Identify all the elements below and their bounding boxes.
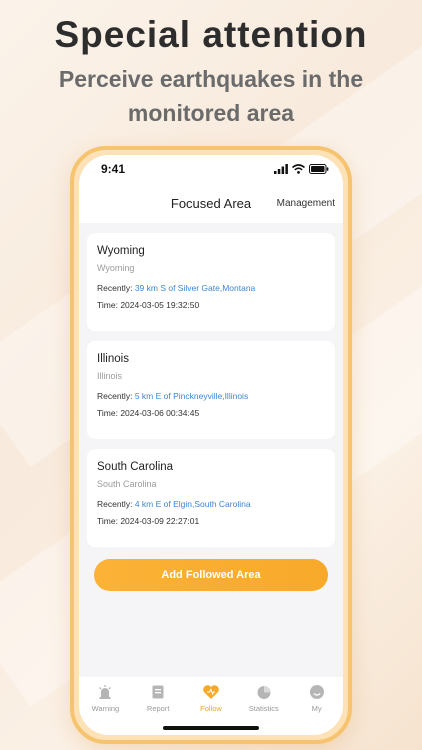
add-followed-area-button[interactable]: Add Followed Area [94, 559, 328, 591]
tab-my[interactable]: My [293, 683, 341, 735]
heart-icon [202, 683, 220, 701]
recent-quake-link[interactable]: 39 km S of Silver Gate,Montana [135, 283, 255, 293]
recent-quake-link[interactable]: 4 km E of Elgin,South Carolina [135, 499, 251, 509]
area-card-wyoming[interactable]: Wyoming Wyoming Recently: 39 km S of Sil… [87, 233, 335, 331]
recent-label: Recently: [97, 499, 133, 509]
area-card-illinois[interactable]: Illinois Illinois Recently: 5 km E of Pi… [87, 341, 335, 439]
nav-bar: Focused Area Management [79, 183, 343, 223]
time-value: 2024-03-09 22:27:01 [120, 516, 200, 526]
area-region: Wyoming [97, 263, 135, 273]
area-card-south-carolina[interactable]: South Carolina South Carolina Recently: … [87, 449, 335, 547]
management-button[interactable]: Management [277, 198, 335, 209]
tab-warning[interactable]: Warning [81, 683, 129, 735]
tab-label: Follow [200, 704, 222, 713]
pie-chart-icon [255, 683, 273, 701]
status-time: 9:41 [101, 162, 126, 176]
recent-quake-link[interactable]: 5 km E of Pinckneyville,Illinois [135, 391, 248, 401]
status-bar: 9:41 [79, 155, 343, 183]
recent-row: Recently: 39 km S of Silver Gate,Montana [97, 283, 325, 293]
battery-icon [309, 164, 329, 174]
time-label: Time: [97, 516, 118, 526]
time-row: Time: 2024-03-06 00:34:45 [97, 408, 325, 418]
alarm-icon [96, 683, 114, 701]
promo-headline: Special attention [54, 14, 368, 55]
area-region: South Carolina [97, 479, 157, 489]
time-label: Time: [97, 300, 118, 310]
time-value: 2024-03-05 19:32:50 [120, 300, 200, 310]
time-value: 2024-03-06 00:34:45 [120, 408, 200, 418]
status-icons [274, 164, 329, 174]
time-row: Time: 2024-03-05 19:32:50 [97, 300, 325, 310]
area-name: Illinois [97, 353, 129, 365]
recent-label: Recently: [97, 391, 133, 401]
recent-row: Recently: 4 km E of Elgin,South Carolina [97, 499, 325, 509]
tab-label: My [311, 704, 322, 713]
tab-bar: Warning Report Follow Statistics My [79, 677, 343, 735]
profile-icon [308, 683, 326, 701]
area-region: Illinois [97, 371, 123, 381]
phone-frame: 9:41 Focused Area Management Wyoming Wyo… [70, 146, 352, 744]
time-label: Time: [97, 408, 118, 418]
home-indicator [163, 726, 259, 730]
recent-label: Recently: [97, 283, 133, 293]
tab-label: Warning [91, 704, 120, 713]
area-name: South Carolina [97, 461, 174, 473]
promo-subline: Perceive earthquakes in the monitored ar… [58, 66, 364, 126]
time-row: Time: 2024-03-09 22:27:01 [97, 516, 325, 526]
tab-label: Statistics [248, 704, 279, 713]
wifi-icon [292, 164, 305, 174]
page-title: Focused Area [170, 195, 252, 211]
area-name: Wyoming [97, 245, 145, 257]
report-icon [149, 683, 167, 701]
signal-icon [274, 164, 288, 174]
tab-label: Report [146, 704, 170, 713]
app-screen: 9:41 Focused Area Management Wyoming Wyo… [79, 155, 343, 735]
followed-area-list: Wyoming Wyoming Recently: 39 km S of Sil… [79, 223, 343, 591]
recent-row: Recently: 5 km E of Pinckneyville,Illino… [97, 391, 325, 401]
